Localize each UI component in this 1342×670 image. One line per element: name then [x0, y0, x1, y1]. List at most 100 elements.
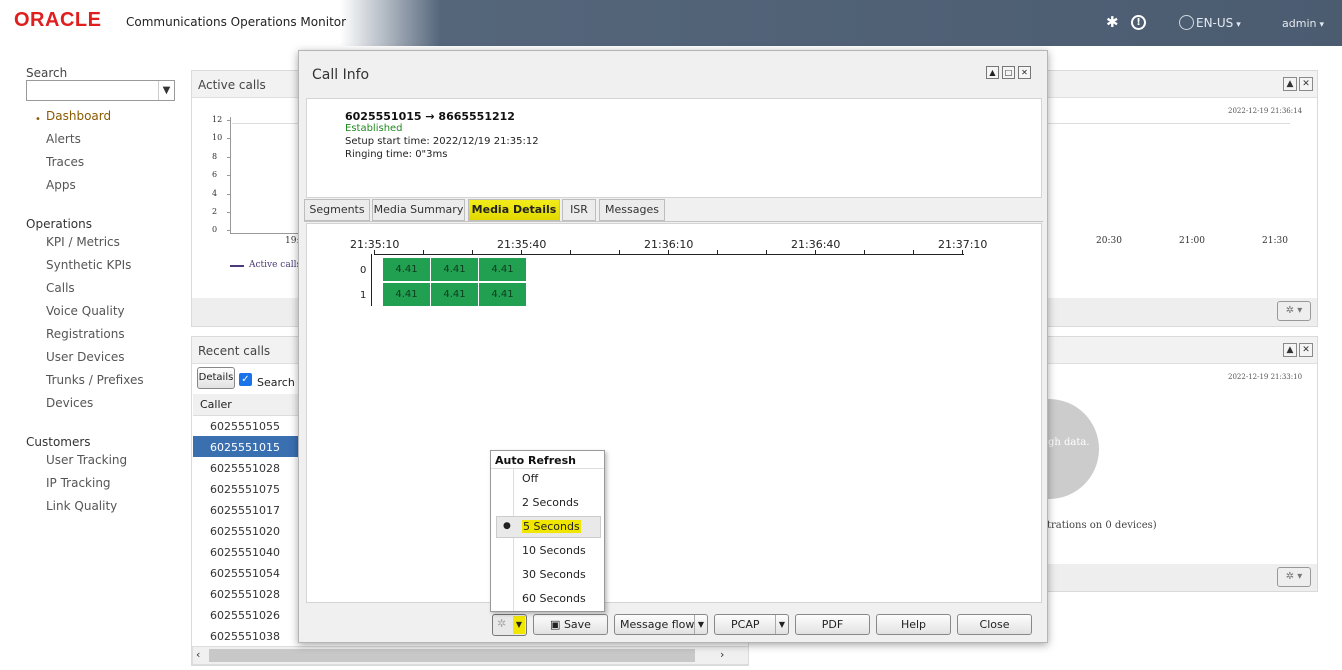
save-button[interactable]: ▣ Save — [533, 614, 608, 635]
settings-gear-icon[interactable]: ✱ — [1106, 13, 1119, 31]
y-tick-mark — [227, 193, 231, 195]
menu-item-2-seconds[interactable]: 2 Seconds — [522, 496, 579, 509]
call-status: Established — [345, 123, 403, 134]
media-cell[interactable]: 4.41 — [383, 258, 430, 281]
dialog-title: Call Info — [312, 67, 370, 83]
media-cell[interactable]: 4.41 — [383, 283, 430, 306]
chart-timestamp: 2022-12-19 21:36:14 — [1228, 107, 1303, 115]
sidebar-item-user-tracking[interactable]: User Tracking — [46, 453, 127, 467]
user-menu[interactable]: admin ▾ — [1282, 17, 1324, 30]
sidebar-item-traces[interactable]: Traces — [46, 155, 84, 169]
app-title: Communications Operations Monitor — [126, 15, 347, 29]
ringing-time: Ringing time: 0"3ms — [345, 149, 448, 160]
gear-menu-button[interactable]: ✲ ▾ — [1277, 301, 1311, 321]
sidebar-item-dashboard[interactable]: Dashboard — [46, 109, 111, 123]
sidebar-item-synthetic-kpis[interactable]: Synthetic KPIs — [46, 258, 131, 272]
table-row[interactable]: 6025551028 — [210, 588, 280, 601]
close-icon[interactable]: ✕ — [1299, 343, 1313, 357]
sidebar-item-voice-quality[interactable]: Voice Quality — [46, 304, 125, 318]
menu-item-60-seconds[interactable]: 60 Seconds — [522, 592, 586, 605]
scroll-right-icon[interactable]: › — [720, 648, 724, 661]
tab-media-details[interactable]: Media Details — [468, 199, 560, 221]
table-row[interactable]: 6025551055 — [210, 420, 280, 433]
table-row[interactable]: 6025551040 — [210, 546, 280, 559]
pcap-button[interactable]: PCAP ▼ — [714, 614, 789, 635]
language-label: EN-US — [1196, 16, 1234, 30]
y-tick-mark — [227, 230, 231, 232]
table-row[interactable]: 6025551028 — [210, 462, 280, 475]
sidebar-item-registrations[interactable]: Registrations — [46, 327, 125, 341]
media-cell[interactable]: 4.41 — [479, 258, 526, 281]
collapse-icon[interactable]: ▲ — [986, 66, 999, 79]
search-input[interactable] — [26, 80, 175, 101]
timeline-tick-mark — [815, 250, 816, 254]
sidebar-item-alerts[interactable]: Alerts — [46, 132, 81, 146]
chevron-down-icon[interactable]: ▼ — [774, 615, 785, 634]
search-checkbox[interactable]: ✓ — [239, 373, 252, 386]
auto-refresh-menu: Auto Refresh ● Off 2 Seconds 5 Seconds 1… — [490, 450, 605, 612]
table-row[interactable]: 6025551020 — [210, 525, 280, 538]
media-cell[interactable]: 4.41 — [431, 258, 478, 281]
tab-messages[interactable]: Messages — [599, 199, 665, 221]
menu-item-5-seconds[interactable]: 5 Seconds — [522, 520, 581, 533]
tab-segments[interactable]: Segments — [304, 199, 370, 221]
menu-item-off[interactable]: Off — [522, 472, 538, 485]
gear-menu-button[interactable]: ✲ ▾ — [1277, 567, 1311, 587]
sidebar-item-ip-tracking[interactable]: IP Tracking — [46, 476, 111, 490]
table-row[interactable]: 6025551015 — [210, 441, 280, 454]
message-flow-label: Message flow — [620, 618, 695, 631]
sidebar-item-apps[interactable]: Apps — [46, 178, 76, 192]
tab-media-summary[interactable]: Media Summary — [372, 199, 465, 221]
help-button[interactable]: Help — [876, 614, 951, 635]
active-bullet-icon: • — [35, 114, 41, 125]
scroll-left-icon[interactable]: ‹ — [196, 648, 200, 661]
sidebar-item-link-quality[interactable]: Link Quality — [46, 499, 117, 513]
timeline-tick-mark — [374, 250, 375, 254]
timeline-tick-mark — [619, 250, 620, 254]
close-icon[interactable]: ✕ — [1018, 66, 1031, 79]
sidebar-item-devices[interactable]: Devices — [46, 396, 93, 410]
minimize-icon[interactable]: ▲ — [1283, 77, 1297, 91]
media-details-panel: 21:35:10 21:35:40 21:36:10 21:36:40 21:3… — [306, 223, 1042, 603]
column-caller-label: Caller — [200, 398, 232, 411]
recent-calls-title: Recent calls — [198, 344, 271, 358]
table-row[interactable]: 6025551038 — [210, 630, 280, 643]
minimize-icon[interactable]: ▲ — [1283, 343, 1297, 357]
table-row[interactable]: 6025551054 — [210, 567, 280, 580]
pdf-button[interactable]: PDF — [795, 614, 870, 635]
search-dropdown-arrow-icon[interactable]: ▼ — [158, 81, 174, 100]
refresh-gear-button[interactable]: ✲ ▼ — [492, 614, 527, 636]
close-icon[interactable]: ✕ — [1299, 77, 1313, 91]
alert-icon[interactable]: ! — [1131, 15, 1146, 30]
maximize-icon[interactable]: □ — [1002, 66, 1015, 79]
language-selector[interactable]: EN-US ▾ — [1196, 16, 1241, 30]
media-cell[interactable]: 4.41 — [431, 283, 478, 306]
chevron-down-icon[interactable]: ▼ — [513, 616, 525, 634]
sidebar-item-calls[interactable]: Calls — [46, 281, 75, 295]
table-row[interactable]: 6025551075 — [210, 483, 280, 496]
table-row[interactable]: 6025551026 — [210, 609, 280, 622]
chevron-down-icon[interactable]: ▼ — [693, 615, 704, 634]
details-button[interactable]: Details — [197, 367, 235, 389]
timeline-tick-mark — [717, 250, 718, 254]
media-cell[interactable]: 4.41 — [479, 283, 526, 306]
menu-item-30-seconds[interactable]: 30 Seconds — [522, 568, 586, 581]
timeline-tick-mark — [962, 250, 963, 254]
table-row[interactable]: 6025551017 — [210, 504, 280, 517]
sidebar-item-trunks-prefixes[interactable]: Trunks / Prefixes — [46, 373, 144, 387]
call-id: 6025551015 → 8665551212 — [345, 110, 515, 123]
call-summary: 6025551015 → 8665551212 Established Setu… — [306, 98, 1042, 198]
sidebar-item-user-devices[interactable]: User Devices — [46, 350, 124, 364]
x-tick-label: 21:30 — [1262, 236, 1288, 246]
sidebar-item-kpi-metrics[interactable]: KPI / Metrics — [46, 235, 120, 249]
message-flow-button[interactable]: Message flow ▼ — [614, 614, 708, 635]
oracle-logo: ORACLE — [14, 9, 102, 31]
search-label: Search — [26, 66, 68, 80]
menu-item-10-seconds[interactable]: 10 Seconds — [522, 544, 586, 557]
globe-icon[interactable] — [1179, 15, 1194, 30]
horizontal-scrollbar[interactable]: ‹ › — [192, 646, 749, 665]
tab-isr[interactable]: ISR — [562, 199, 596, 221]
timeline-tick-mark — [423, 250, 424, 254]
close-button[interactable]: Close — [957, 614, 1032, 635]
scroll-thumb[interactable] — [209, 649, 695, 662]
